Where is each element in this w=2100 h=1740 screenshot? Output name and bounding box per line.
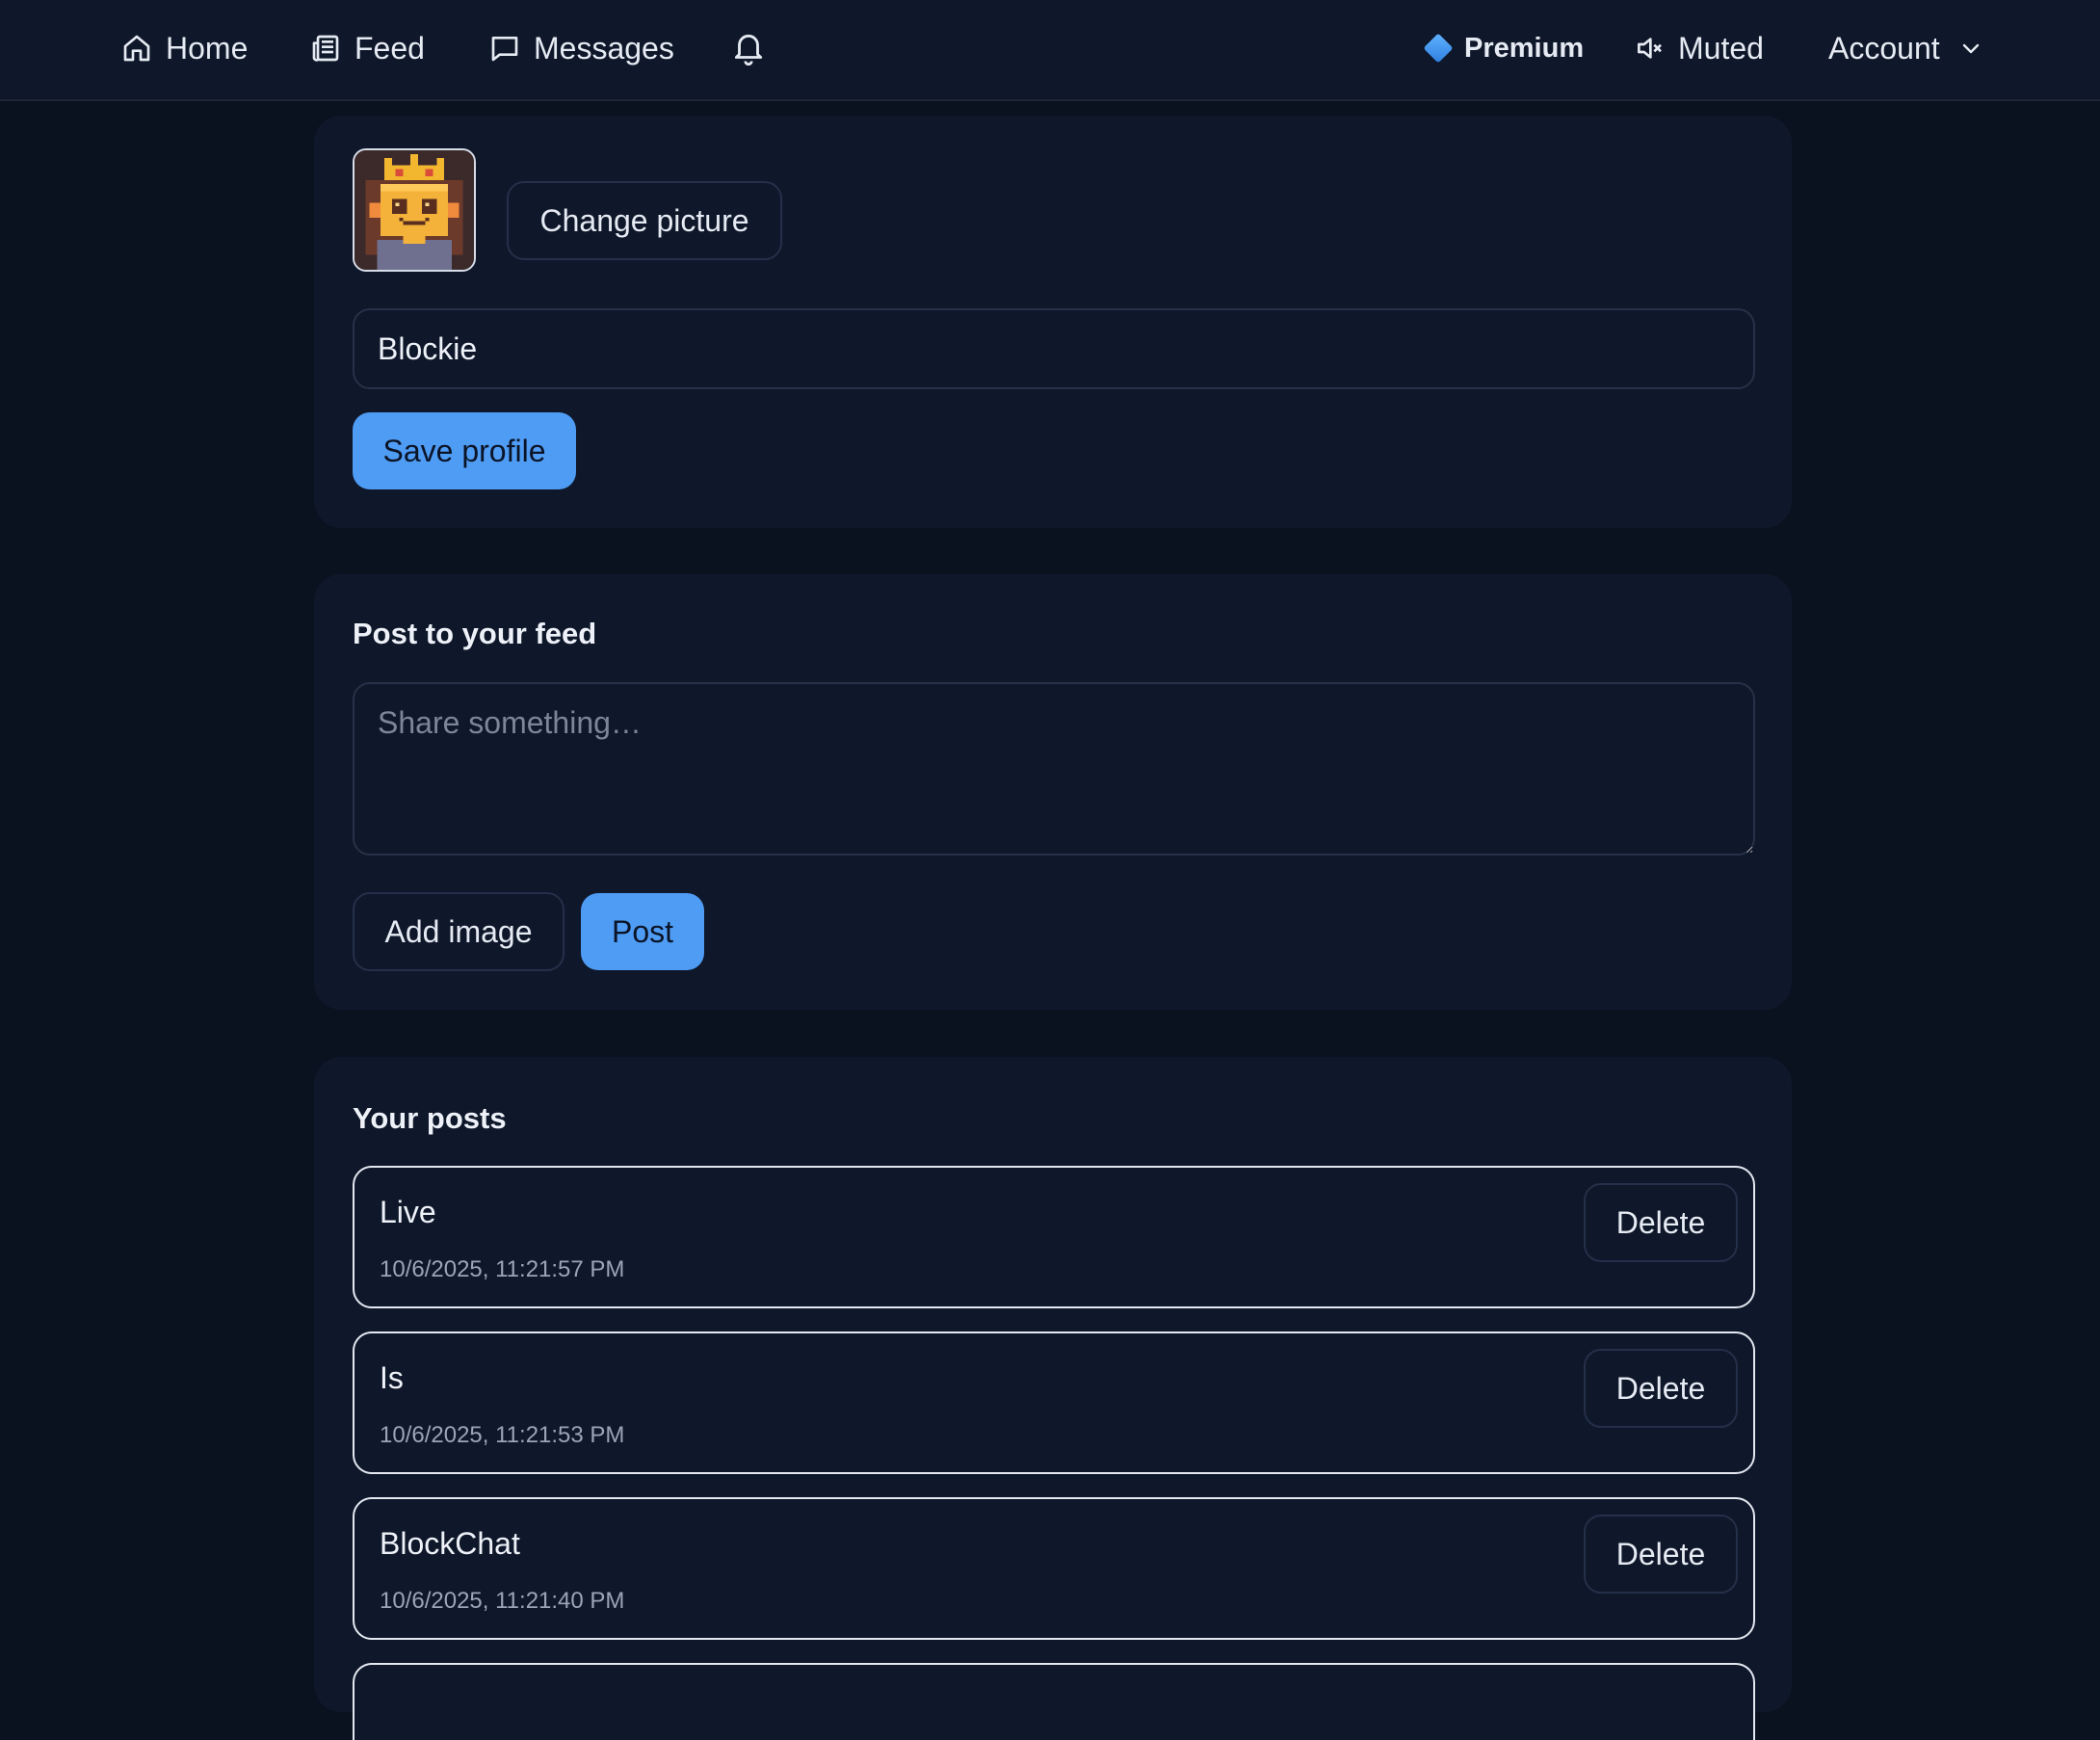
newspaper-icon	[310, 33, 341, 64]
composer-title: Post to your feed	[353, 617, 597, 650]
post-item: Is 10/6/2025, 11:21:53 PM Delete	[353, 1331, 1755, 1474]
display-name-input[interactable]	[353, 308, 1755, 389]
delete-post-button[interactable]: Delete	[1584, 1349, 1738, 1428]
nav-premium[interactable]: Premium	[1423, 0, 1585, 96]
post-item: Live 10/6/2025, 11:21:57 PM Delete	[353, 1166, 1755, 1308]
nav-messages[interactable]: Messages	[489, 0, 674, 96]
nav-feed-label: Feed	[354, 30, 425, 66]
delete-label: Delete	[1615, 1536, 1706, 1571]
nav-home-label: Home	[166, 30, 249, 66]
top-nav: Home Feed Messages Premium Muted Account	[0, 0, 2100, 101]
your-posts-title: Your posts	[353, 1101, 507, 1135]
post-timestamp: 10/6/2025, 11:21:40 PM	[380, 1588, 625, 1614]
post-button[interactable]: Post	[581, 893, 704, 970]
nav-feed[interactable]: Feed	[310, 0, 425, 96]
add-image-label: Add image	[384, 913, 533, 949]
account-menu[interactable]: Account	[1828, 0, 1982, 96]
delete-post-button[interactable]: Delete	[1584, 1515, 1738, 1594]
nav-muted-label: Muted	[1678, 30, 1764, 66]
change-picture-label: Change picture	[539, 202, 749, 238]
post-text: BlockChat	[380, 1526, 520, 1561]
composer-card: Post to your feed Add image Post	[314, 574, 1792, 1010]
post-text: Is	[380, 1360, 404, 1395]
save-profile-button[interactable]: Save profile	[353, 412, 576, 489]
avatar[interactable]	[353, 148, 476, 272]
delete-label: Delete	[1615, 1204, 1706, 1240]
nav-muted-toggle[interactable]: Muted	[1634, 0, 1764, 96]
post-label: Post	[611, 913, 674, 949]
message-icon	[489, 33, 520, 64]
delete-post-button[interactable]: Delete	[1584, 1183, 1738, 1262]
add-image-button[interactable]: Add image	[353, 892, 564, 971]
bell-icon	[730, 30, 767, 66]
your-posts-card: Your posts Live 10/6/2025, 11:21:57 PM D…	[314, 1057, 1792, 1740]
delete-label: Delete	[1615, 1370, 1706, 1406]
post-timestamp: 10/6/2025, 11:21:57 PM	[380, 1256, 625, 1282]
home-icon	[121, 33, 152, 64]
profile-card: Change picture Save profile	[314, 116, 1792, 528]
chevron-down-icon	[1959, 37, 1982, 60]
diamond-icon	[1423, 33, 1454, 64]
nav-messages-label: Messages	[534, 30, 674, 66]
post-item-partial	[353, 1663, 1755, 1740]
nav-home[interactable]: Home	[121, 0, 248, 96]
nav-account-label: Account	[1828, 30, 1940, 66]
post-text: Live	[380, 1195, 436, 1229]
save-profile-label: Save profile	[382, 433, 546, 468]
nav-premium-label: Premium	[1464, 32, 1585, 64]
notifications-button[interactable]	[730, 0, 767, 96]
speaker-muted-icon	[1634, 33, 1665, 64]
post-timestamp: 10/6/2025, 11:21:53 PM	[380, 1422, 625, 1448]
post-item: BlockChat 10/6/2025, 11:21:40 PM Delete	[353, 1497, 1755, 1640]
change-picture-button[interactable]: Change picture	[507, 181, 782, 260]
post-textarea[interactable]	[353, 682, 1755, 856]
